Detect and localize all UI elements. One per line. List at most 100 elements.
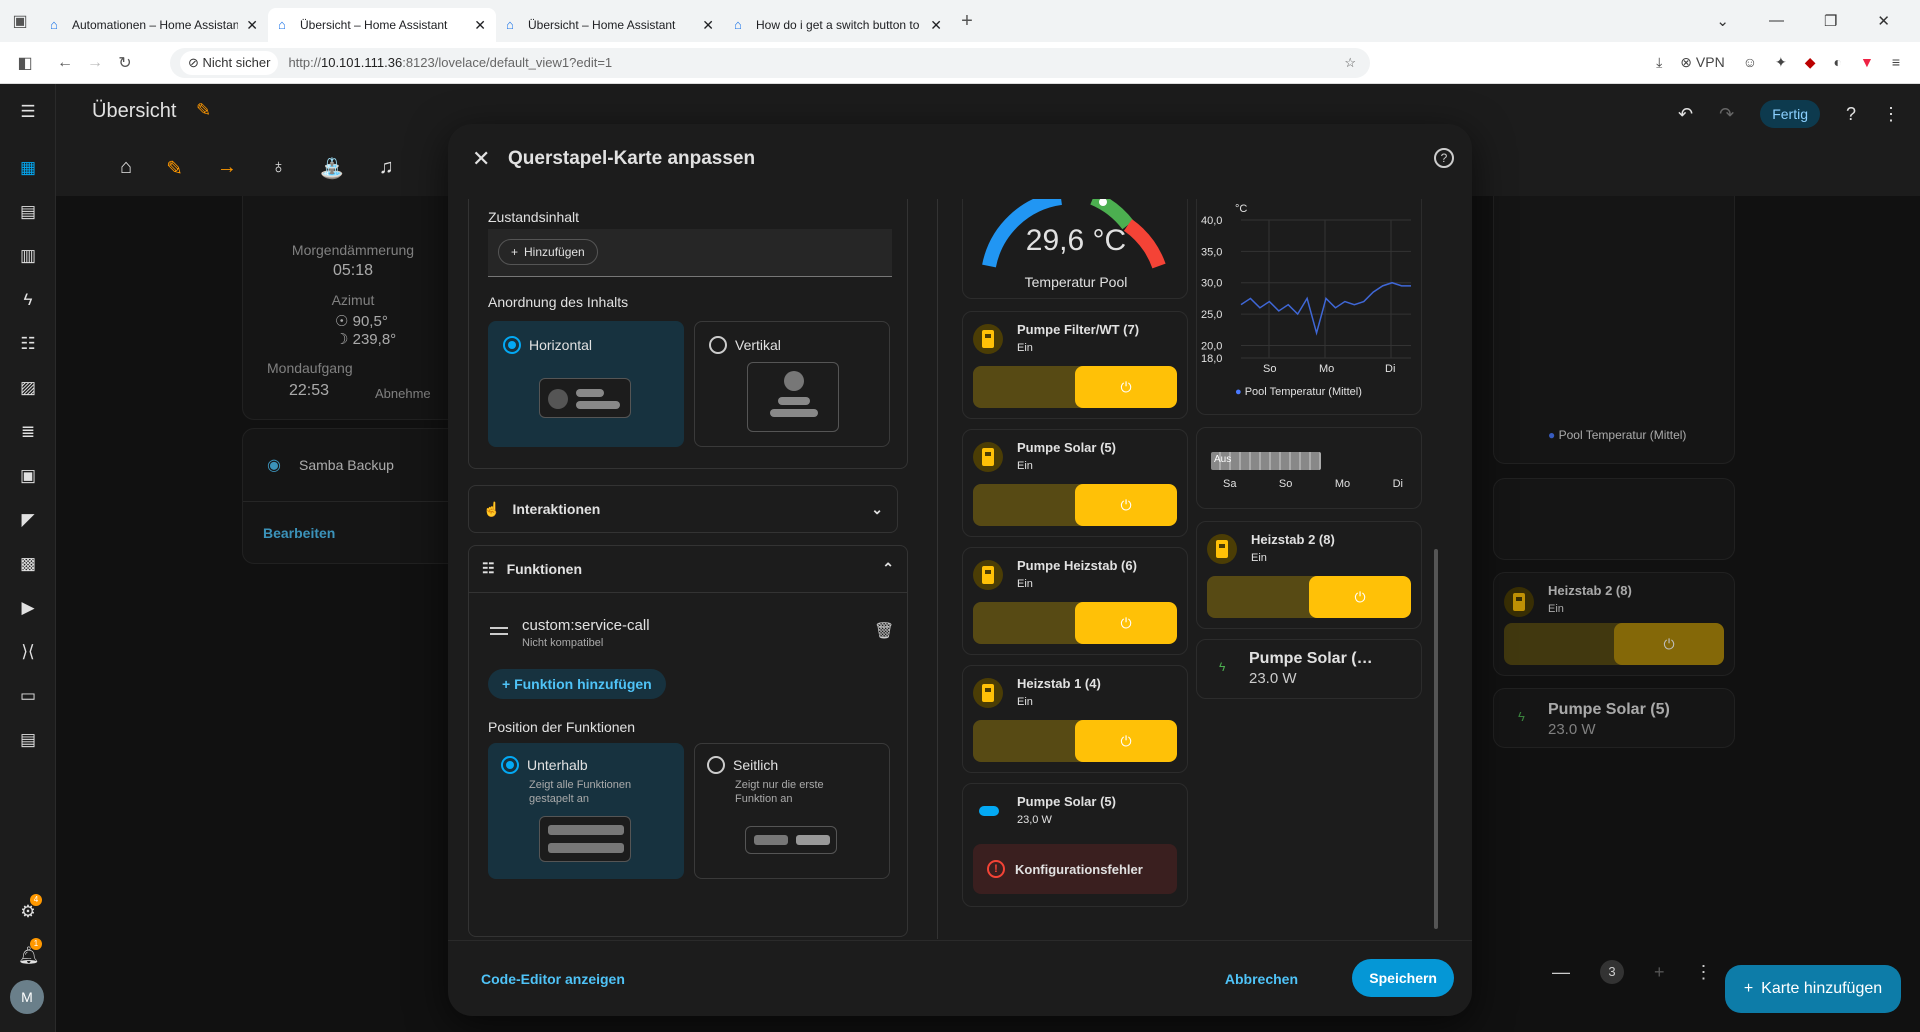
arrow-right-icon[interactable]: → [217, 156, 237, 181]
close-icon[interactable]: ✕ [472, 146, 490, 172]
fountain-icon[interactable]: ⛲ [320, 156, 345, 181]
delete-icon[interactable]: 🗑︎ [874, 621, 894, 641]
hacs-icon[interactable]: ▩ [18, 554, 38, 574]
pencil-icon[interactable]: ✎ [166, 156, 183, 181]
toggle-switch[interactable]: ⏻ [973, 366, 1177, 408]
tile-card[interactable]: Heizstab 1 (4) Ein ⏻ [962, 665, 1188, 773]
calendar-icon[interactable]: ▣ [18, 466, 38, 486]
features-expander[interactable]: ☷ Funktionen ⌃ [468, 545, 908, 593]
energy-icon[interactable]: ▥ [18, 246, 38, 266]
browser-tab[interactable]: ⌂ How do i get a switch button to ✕ [724, 8, 952, 42]
music-icon[interactable]: ♫ [379, 156, 394, 181]
gear-icon[interactable]: ⚙ 4 [18, 894, 42, 922]
code-editor-button[interactable]: Code-Editor anzeigen [481, 971, 625, 987]
extensions-icon[interactable]: ✦ [1775, 54, 1787, 71]
check-icon[interactable]: ● [1235, 386, 1242, 398]
new-tab-button[interactable]: + [952, 10, 982, 33]
history-timeline-card[interactable]: Aus Sa So Mo Di [1196, 427, 1422, 509]
dashboard-icon[interactable]: ▦ [18, 158, 38, 178]
add-feature-button[interactable]: + Funktion hinzufügen [488, 669, 666, 699]
tab-list-icon[interactable]: ⌄ [1716, 12, 1729, 30]
bookmark-star-icon[interactable]: ☆ [1344, 55, 1356, 71]
not-secure-badge[interactable]: ⊘ Nicht sicher [180, 50, 279, 75]
tab-overview-icon[interactable]: ▣ [0, 11, 40, 31]
close-icon[interactable]: ✕ [930, 17, 942, 34]
cancel-button[interactable]: Abbrechen [1225, 971, 1298, 987]
brave-icon[interactable]: ▼ [1860, 54, 1874, 71]
home-icon[interactable]: ⌂ [120, 156, 132, 181]
download-icon[interactable]: ⤓ [1656, 54, 1662, 71]
terminal-icon[interactable]: ▭ [18, 686, 38, 706]
preview-scrollbar[interactable] [1434, 549, 1438, 929]
lightning-icon[interactable]: ϟ [18, 290, 38, 310]
drag-handle-icon[interactable] [490, 627, 508, 635]
add-state-content-button[interactable]: + Hinzufügen [498, 239, 598, 265]
browser-tab[interactable]: ⌂ Übersicht – Home Assistant ✕ [496, 8, 724, 42]
features-inline-option[interactable]: Seitlich Zeigt nur die erste Funktion an [694, 743, 890, 879]
pencil-icon[interactable]: ✎ [196, 100, 211, 121]
toggle-switch[interactable]: ⏻ [973, 602, 1177, 644]
state-content-field[interactable]: + Hinzufügen [488, 229, 892, 277]
overflow-menu-icon[interactable]: ⋮ [1882, 104, 1900, 125]
list-icon[interactable]: ≣ [18, 422, 38, 442]
close-icon[interactable]: ✕ [702, 17, 714, 34]
tile-card[interactable]: Pumpe Filter/WT (7) Ein ⏻ [962, 311, 1188, 419]
menu-icon[interactable]: ☰ [18, 102, 38, 122]
background-heizstab-card[interactable]: Heizstab 2 (8) Ein ⏻ [1493, 572, 1735, 676]
switch-card-error[interactable]: Pumpe Solar (5) 23,0 W ! Konfigurationsf… [962, 783, 1188, 907]
url-field[interactable]: ⊘ Nicht sicher http://10.101.111.36:8123… [170, 47, 1370, 78]
sidebar-toggle-icon[interactable]: ◧ [10, 53, 40, 73]
add-card-button[interactable]: + Karte hinzufügen [1725, 965, 1901, 1013]
close-icon[interactable]: ✕ [474, 17, 486, 34]
interactions-expander[interactable]: ☝ Interaktionen ⌄ [468, 485, 898, 533]
radio-button[interactable] [709, 336, 727, 354]
restore-icon[interactable]: ❐ [1824, 12, 1837, 30]
tile-card[interactable]: Heizstab 2 (8) Ein ⏻ [1196, 521, 1422, 629]
broom-icon[interactable]: ♁ [271, 156, 286, 181]
close-icon[interactable]: ✕ [246, 17, 258, 34]
gauge-card[interactable]: 29,6 °C Temperatur Pool [962, 199, 1188, 299]
plus-icon[interactable]: + [1654, 962, 1665, 983]
minus-icon[interactable]: — [1552, 962, 1570, 983]
back-icon[interactable]: ← [50, 54, 80, 72]
vscode-icon[interactable]: ⟩⟨ [18, 642, 38, 662]
radio-button[interactable] [501, 756, 519, 774]
layout-horizontal-option[interactable]: Horizontal [488, 321, 684, 447]
profile-icon[interactable]: ☺ [1743, 54, 1757, 71]
toggle-switch[interactable]: ⏻ [1207, 576, 1411, 618]
clipboard-icon[interactable]: ▤ [18, 730, 38, 750]
save-button[interactable]: Speichern [1352, 959, 1454, 997]
reload-icon[interactable]: ↻ [110, 53, 140, 73]
media-icon[interactable]: ▶ [18, 598, 38, 618]
help-icon[interactable]: ? [1434, 148, 1454, 168]
toggle-switch[interactable]: ⏻ [973, 720, 1177, 762]
vpn-button[interactable]: ⊗ VPN [1680, 54, 1724, 71]
card-menu-icon[interactable]: ⋮ [1695, 962, 1713, 983]
logbook-icon[interactable]: ☷ [18, 334, 38, 354]
cctv-icon[interactable]: ◤ [18, 510, 38, 530]
radio-button[interactable] [707, 756, 725, 774]
undo-icon[interactable]: ↶ [1678, 104, 1693, 125]
ublock-icon[interactable]: ◆ [1805, 54, 1816, 71]
avatar[interactable]: M [10, 980, 44, 1014]
history-icon[interactable]: ▨ [18, 378, 38, 398]
background-solar-card[interactable]: ϟ Pumpe Solar (5) 23.0 W [1493, 688, 1735, 748]
features-below-option[interactable]: Unterhalb Zeigt alle Funktionen gestapel… [488, 743, 684, 879]
minimize-icon[interactable]: — [1769, 12, 1784, 30]
redo-icon[interactable]: ↷ [1719, 104, 1734, 125]
browser-tab[interactable]: ⌂ Übersicht – Home Assistant ✕ [268, 8, 496, 42]
tile-card[interactable]: Pumpe Solar (5) Ein ⏻ [962, 429, 1188, 537]
bell-icon[interactable]: 🔔︎ 1 [18, 938, 42, 966]
browser-tab[interactable]: ⌂ Automationen – Home Assistan ✕ [40, 8, 268, 42]
heizstab-toggle[interactable]: ⏻ [1504, 623, 1724, 665]
done-button[interactable]: Fertig [1760, 100, 1820, 128]
window-close-icon[interactable]: ✕ [1877, 12, 1890, 30]
wallet-icon[interactable]: ◐ [1834, 54, 1842, 71]
tile-card[interactable]: Pumpe Heizstab (6) Ein ⏻ [962, 547, 1188, 655]
forward-icon[interactable]: → [80, 54, 110, 72]
history-graph-card[interactable]: °C 40,0 35,0 30,0 25,0 20,0 18,0 So Mo Di ● Pool … [1196, 199, 1422, 415]
help-icon[interactable]: ? [1846, 104, 1856, 125]
map-icon[interactable]: ▤ [18, 202, 38, 222]
radio-button[interactable] [503, 336, 521, 354]
toggle-switch[interactable]: ⏻ [973, 484, 1177, 526]
